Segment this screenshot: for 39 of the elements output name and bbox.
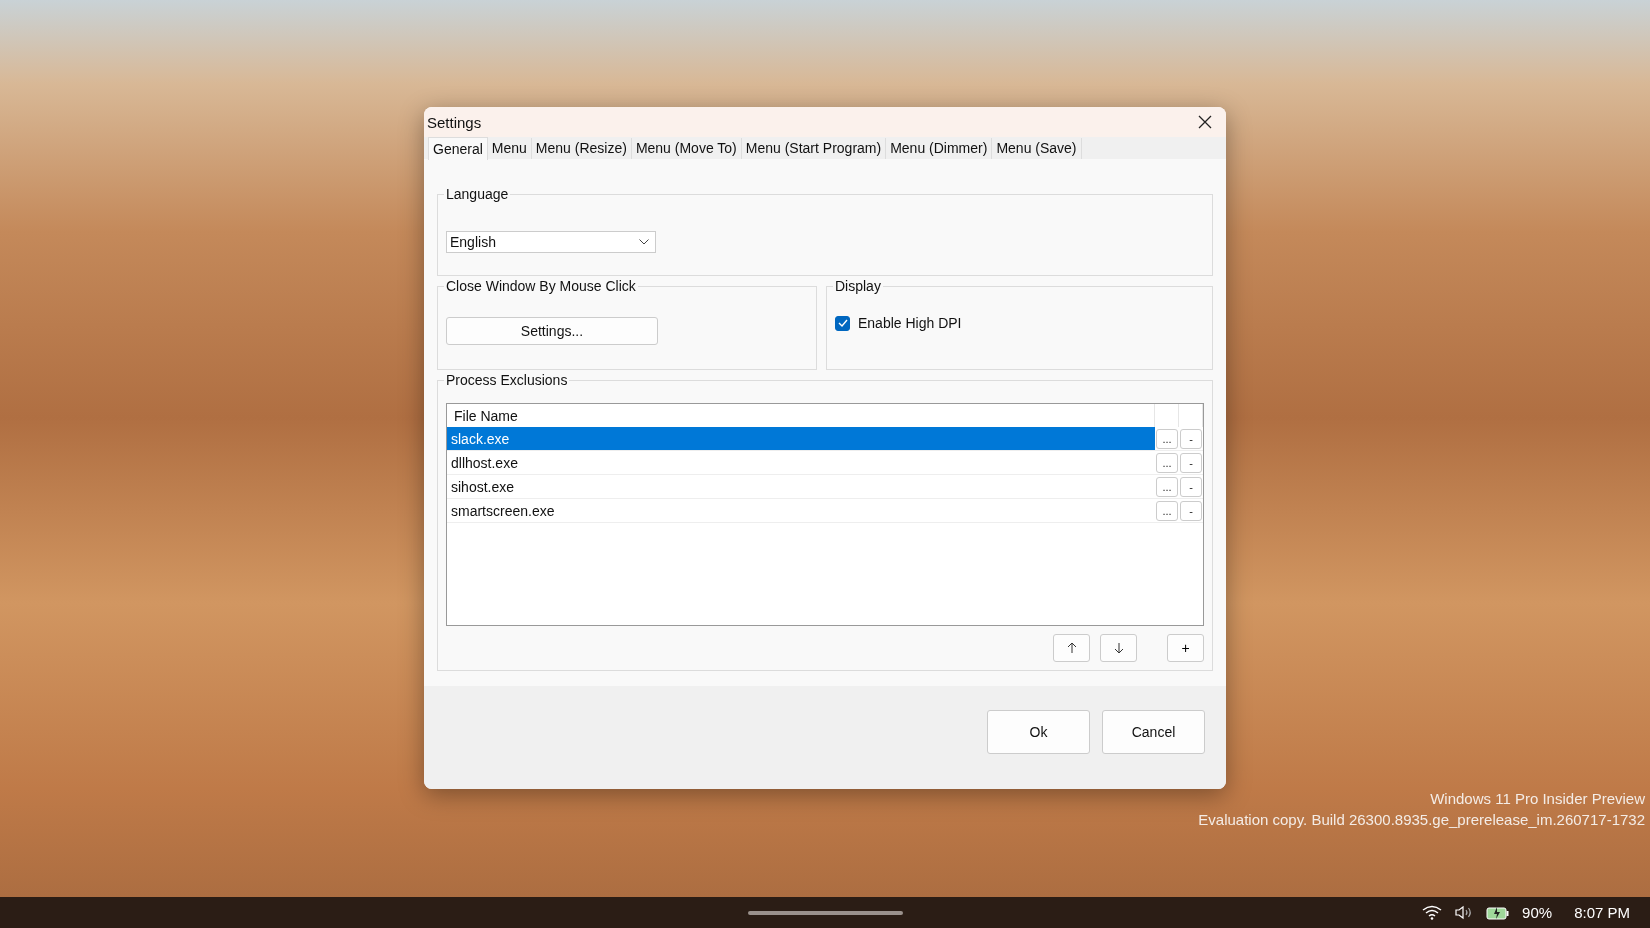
battery-percentage: 90% — [1522, 904, 1553, 921]
chevron-down-icon — [639, 239, 649, 245]
move-up-button[interactable] — [1053, 634, 1090, 662]
table-row[interactable]: dllhost.exe — [447, 451, 1155, 474]
remove-button[interactable]: - — [1180, 428, 1202, 449]
table-row[interactable]: smartscreen.exe — [447, 499, 1155, 522]
language-dropdown[interactable]: English — [446, 231, 656, 253]
table-row[interactable]: slack.exe — [447, 427, 1155, 450]
dialog-button[interactable]: Cancel — [1102, 710, 1205, 754]
checkbox-label: Enable High DPI — [858, 315, 962, 331]
battery-icon[interactable] — [1486, 905, 1511, 920]
settings-button[interactable]: Settings... — [446, 317, 658, 345]
remove-button[interactable]: - — [1180, 500, 1202, 521]
checkmark-icon — [837, 319, 848, 327]
close-icon[interactable] — [1198, 115, 1212, 129]
group-label: Close Window By Mouse Click — [444, 278, 638, 294]
tab[interactable]: General — [428, 137, 488, 160]
group-label: Process Exclusions — [444, 372, 570, 388]
table-row[interactable]: sihost.exe — [447, 475, 1155, 498]
browse-button[interactable]: ... — [1156, 452, 1178, 473]
window-title: Settings — [427, 113, 482, 131]
group-label: Language — [444, 186, 511, 202]
add-button[interactable]: + — [1167, 634, 1204, 662]
arrow-up-icon — [1066, 642, 1077, 654]
group-label: Display — [833, 278, 883, 294]
system-notice-text: Evaluation copy. Build 26300.8935.ge_prerelease_im.260717-1732 — [1198, 811, 1645, 828]
remove-button[interactable]: - — [1180, 476, 1202, 497]
arrow-down-icon — [1113, 642, 1124, 654]
move-down-button[interactable] — [1100, 634, 1137, 662]
remove-button[interactable]: - — [1180, 452, 1202, 473]
browse-button[interactable]: ... — [1156, 428, 1178, 449]
browse-button[interactable]: ... — [1156, 476, 1178, 497]
system-notice-text: Windows 11 Pro Insider Preview — [1430, 790, 1645, 807]
browse-button[interactable]: ... — [1156, 500, 1178, 521]
checkbox[interactable] — [835, 315, 850, 331]
dialog-button[interactable]: Ok — [987, 710, 1090, 754]
home-indicator[interactable] — [747, 910, 903, 915]
clock[interactable]: 8:07 PM — [1574, 904, 1630, 921]
wifi-icon[interactable] — [1422, 905, 1443, 920]
